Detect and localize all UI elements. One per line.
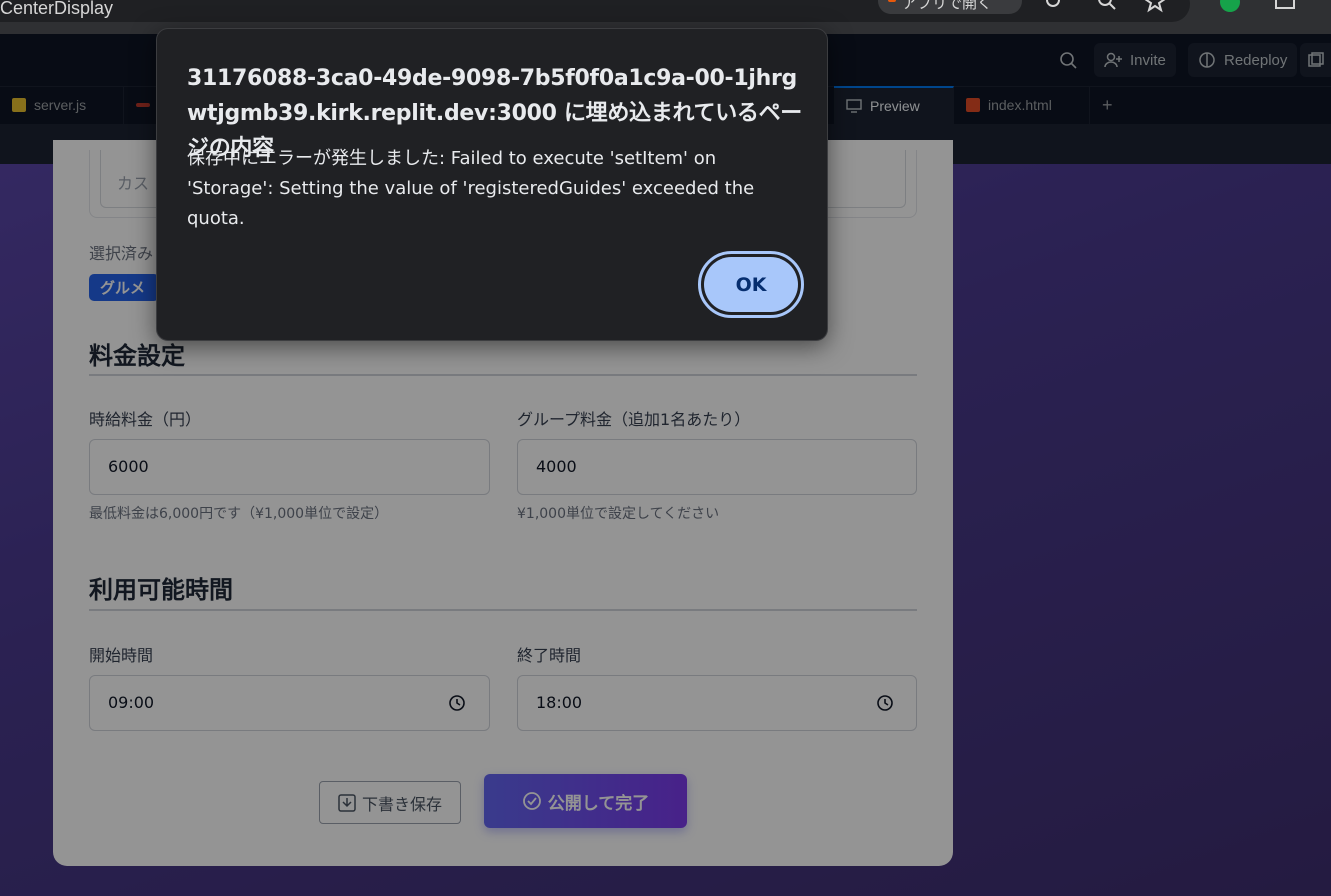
ok-button[interactable]: OK — [698, 251, 804, 318]
open-in-app-button[interactable]: アプリで開く — [878, 0, 1022, 14]
alert-dialog: 31176088-3ca0-49de-9098-7b5f0f0a1c9a-00-… — [156, 28, 828, 341]
app-icon — [888, 0, 896, 2]
ok-button-label: OK — [704, 257, 798, 312]
install-icon[interactable] — [1045, 0, 1067, 14]
extension-icon[interactable] — [1220, 0, 1240, 12]
profile-icon[interactable] — [1274, 0, 1296, 14]
address-bar-text: CenterDisplay — [0, 0, 114, 18]
bookmark-star-icon[interactable] — [1144, 0, 1166, 14]
open-in-app-label: アプリで開く — [902, 0, 993, 12]
dialog-message: 保存中にエラーが発生しました: Failed to execute 'setIt… — [187, 148, 755, 229]
zoom-icon[interactable] — [1096, 0, 1118, 14]
